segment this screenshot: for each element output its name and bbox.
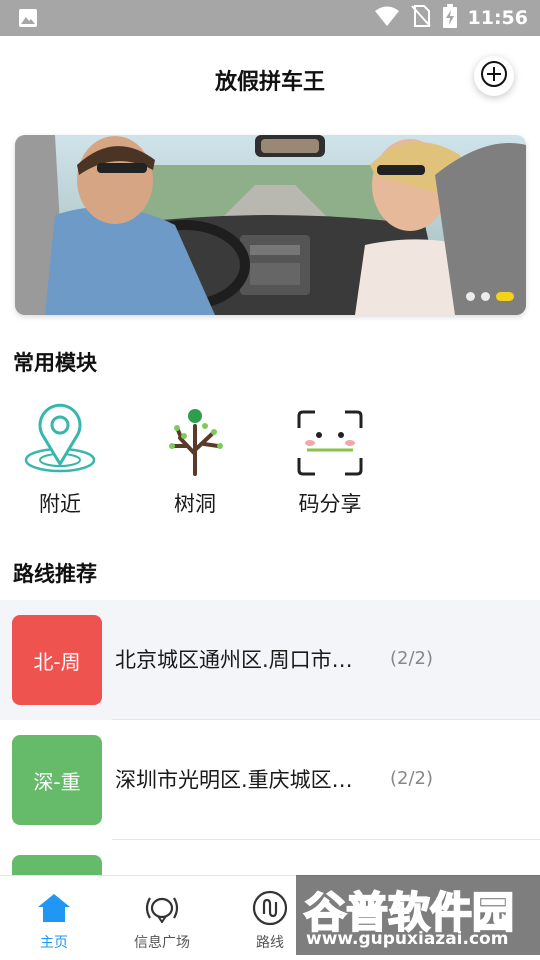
wifi-icon [374,5,400,31]
watermark-url: www.gupuxiazai.com [306,929,509,949]
module-label: 码分享 [298,492,362,516]
route-text: 北京城区通州区.周口市… [115,648,353,672]
route-count: (2/2) [390,768,434,789]
nav-label: 主页 [40,935,68,951]
module-nearby[interactable]: 附近 [0,400,120,518]
scan-code-icon [270,400,390,476]
broadcast-icon [117,888,207,928]
nav-label: 信息广场 [134,935,190,951]
watermark: 谷普软件园 www.gupuxiazai.com [296,875,540,955]
banner-carousel[interactable] [15,135,526,315]
carousel-dot[interactable] [466,292,475,301]
page-title: 放假拼车王 [214,70,325,95]
home-icon [9,888,99,928]
modules-grid: 附近 树洞 码分享 [0,400,540,530]
plus-circle-icon [480,60,508,92]
nav-info-square[interactable]: 信息广场 [117,888,207,952]
modules-section-title: 常用模块 [13,351,97,375]
no-sim-icon [410,4,432,32]
image-icon [18,8,38,32]
location-pin-icon [0,400,120,476]
module-tree-hole[interactable]: 树洞 [135,400,255,518]
add-button[interactable] [474,56,514,96]
app-header: 放假拼车王 [0,36,540,122]
route-item[interactable] [0,840,540,875]
tree-icon [135,400,255,476]
carousel-dot-active[interactable] [496,292,514,301]
carousel-dot[interactable] [481,292,490,301]
routes-section-title: 路线推荐 [13,562,97,586]
route-badge: 北-周 [12,615,102,705]
module-label: 树洞 [174,492,216,516]
status-time: 11:56 [467,7,528,29]
route-count: (2/2) [390,648,434,669]
nav-home[interactable]: 主页 [9,888,99,952]
module-code-share[interactable]: 码分享 [270,400,390,518]
route-badge [12,855,102,875]
route-item[interactable]: 北-周 北京城区通州区.周口市… (2/2) [0,600,540,720]
module-label: 附近 [39,492,81,516]
battery-charging-icon [442,3,458,33]
route-text: 深圳市光明区.重庆城区… [115,768,353,792]
route-item[interactable]: 深-重 深圳市光明区.重庆城区… (2/2) [0,720,540,840]
carousel-indicator [466,292,514,301]
status-bar: 11:56 [0,0,540,36]
route-badge: 深-重 [12,735,102,825]
banner-image [15,135,526,315]
